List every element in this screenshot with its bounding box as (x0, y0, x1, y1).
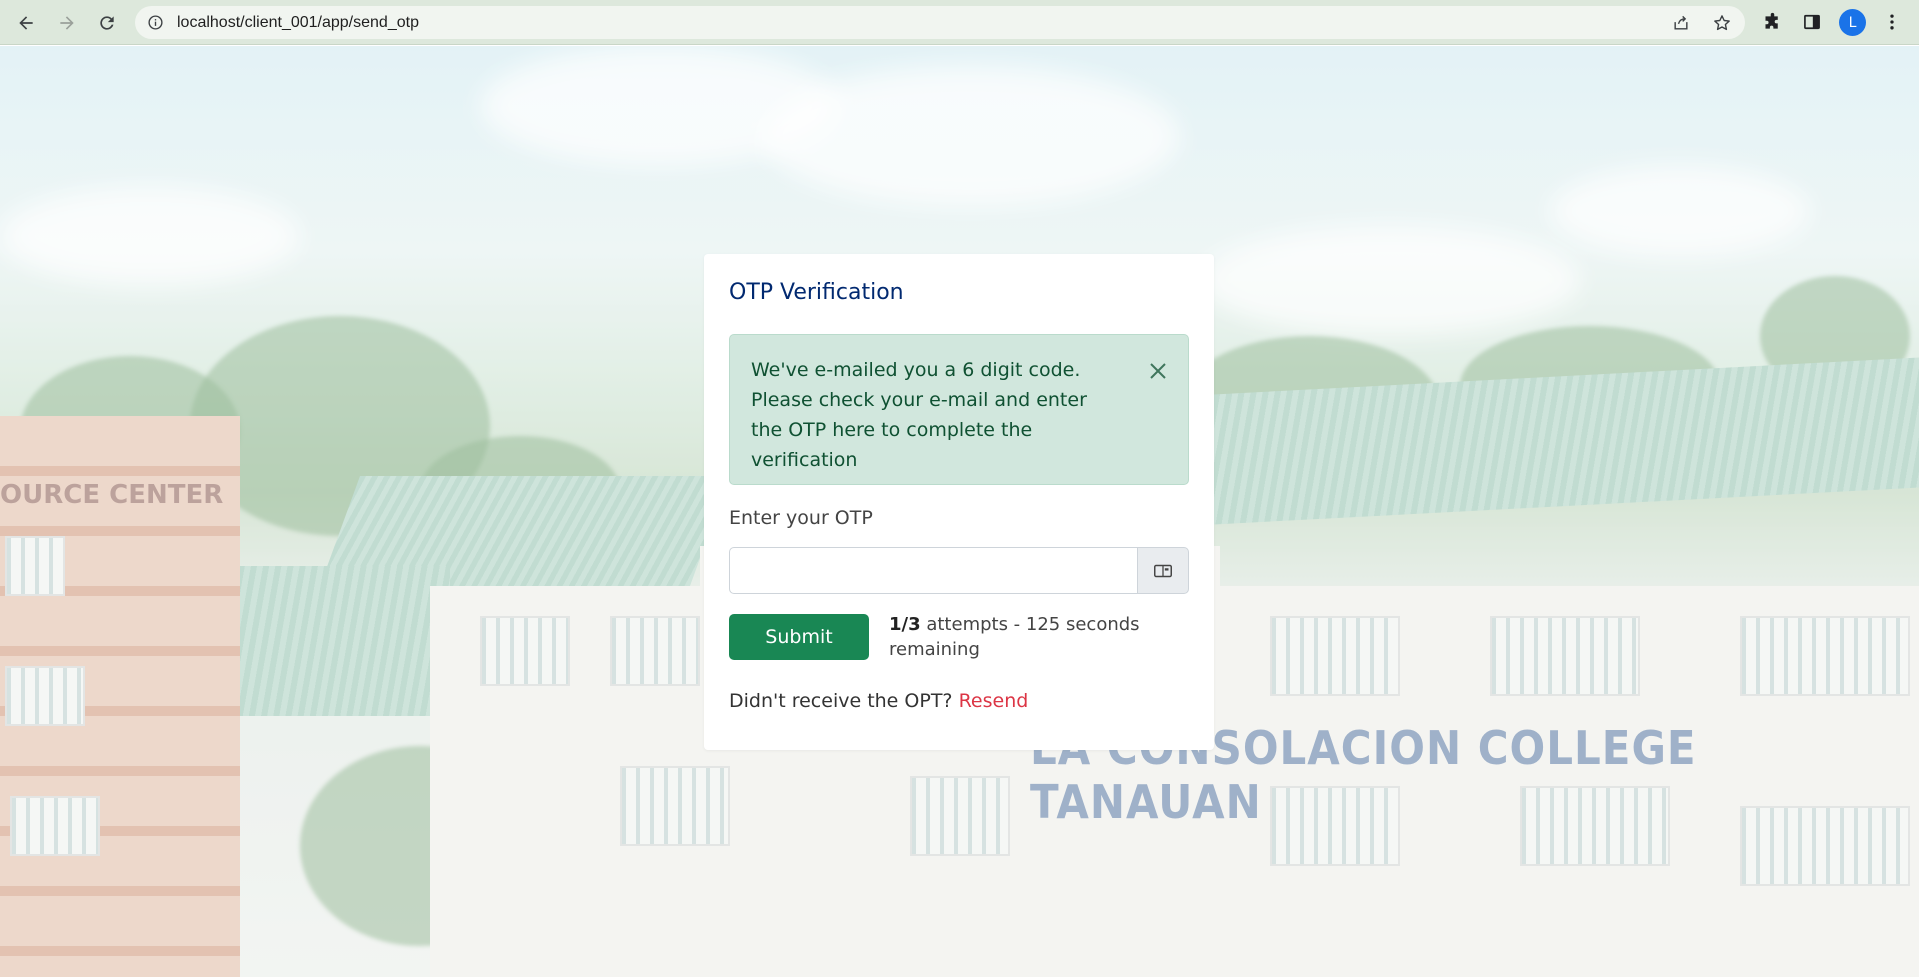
back-arrow-icon[interactable] (11, 8, 41, 38)
envelope-open-icon (1154, 564, 1172, 577)
url-text[interactable]: localhost/client_001/app/send_otp (177, 14, 419, 32)
avatar[interactable]: L (1839, 9, 1866, 36)
resend-prompt: Didn't receive the OPT? (729, 690, 959, 712)
info-icon[interactable] (147, 14, 164, 31)
otp-addon (1137, 547, 1189, 594)
address-bar[interactable]: localhost/client_001/app/send_otp (135, 6, 1745, 39)
page-title: OTP Verification (729, 280, 904, 305)
alert-message: We've e-mailed you a 6 digit code. Pleas… (751, 359, 1087, 471)
attempts-status: 1/3 attempts - 125 seconds remaining (889, 612, 1189, 662)
close-icon[interactable] (1148, 361, 1168, 381)
otp-label: Enter your OTP (729, 507, 873, 529)
reload-icon[interactable] (92, 8, 122, 38)
attempts-remaining: attempts - 125 seconds remaining (889, 614, 1140, 660)
side-panel-icon[interactable] (1800, 10, 1824, 34)
resend-link[interactable]: Resend (959, 690, 1029, 712)
browser-toolbar: localhost/client_001/app/send_otp L (0, 0, 1919, 45)
attempts-count: 1/3 (889, 614, 921, 635)
extensions-icon[interactable] (1760, 10, 1784, 34)
success-alert: We've e-mailed you a 6 digit code. Pleas… (729, 334, 1189, 485)
share-icon[interactable] (1671, 13, 1691, 33)
resend-row: Didn't receive the OPT? Resend (729, 690, 1028, 712)
submit-button[interactable]: Submit (729, 614, 869, 660)
star-icon[interactable] (1712, 13, 1732, 33)
otp-card: OTP Verification We've e-mailed you a 6 … (704, 254, 1214, 750)
forward-arrow-icon[interactable] (52, 8, 82, 38)
otp-input[interactable] (729, 547, 1138, 594)
menu-dots-icon[interactable] (1880, 10, 1904, 34)
